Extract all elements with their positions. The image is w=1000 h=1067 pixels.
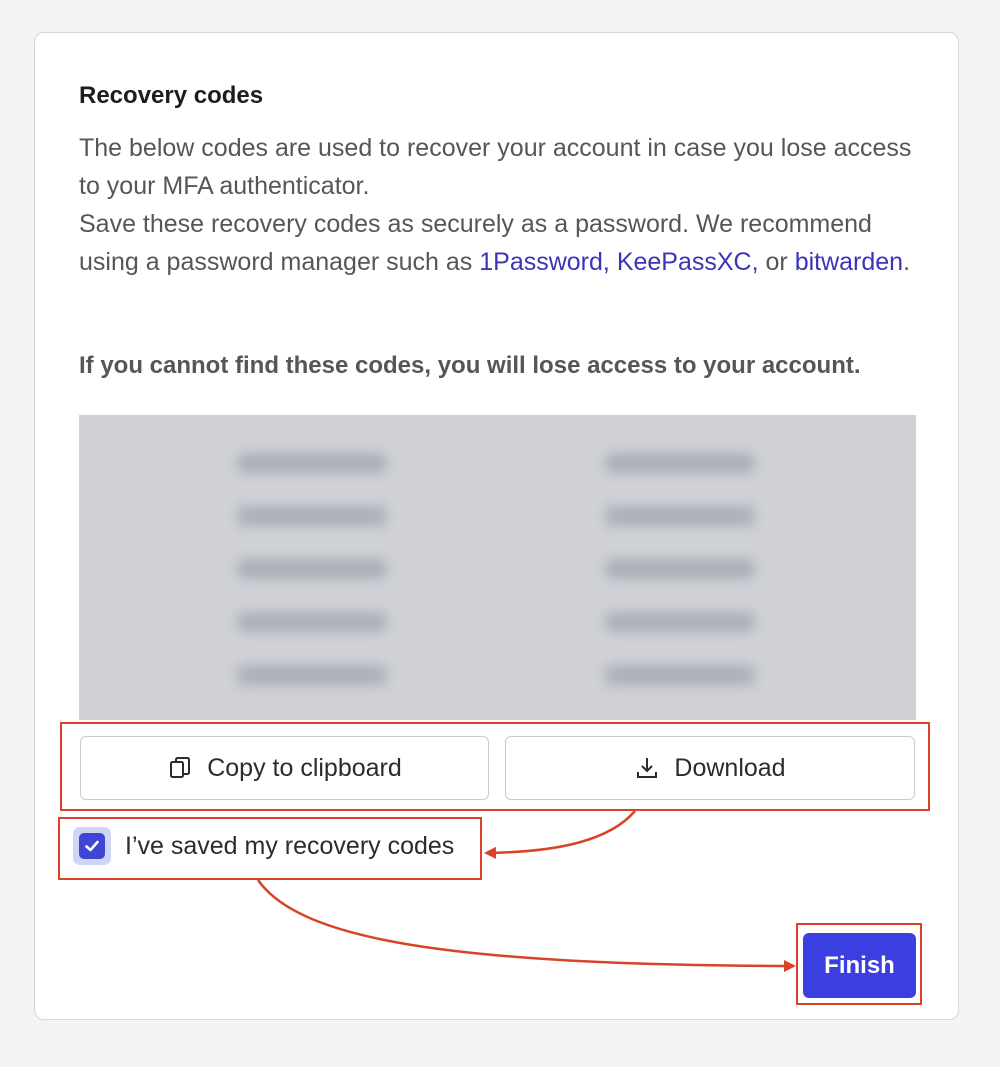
saved-codes-label: I’ve saved my recovery codes [125,831,455,860]
recovery-code-blurred [605,506,755,526]
download-button[interactable]: Download [505,736,915,800]
description-end: . [903,248,911,276]
download-icon [634,755,660,781]
dialog-description: The below codes are used to recover your… [79,129,929,281]
finish-button[interactable]: Finish [803,933,916,998]
link-1password[interactable]: 1Password, [479,248,610,276]
copy-button-label: Copy to clipboard [207,753,402,782]
saved-codes-checkbox[interactable] [73,827,111,865]
recovery-code-blurred [605,665,755,685]
recovery-code-blurred [237,665,387,685]
checkmark-icon [79,833,105,859]
description-or: or [758,248,795,276]
recovery-code-blurred [605,559,755,579]
recovery-code-blurred [605,612,755,632]
warning-text: If you cannot find these codes, you will… [79,352,861,379]
description-line-2: Save these recovery codes as securely as… [79,205,929,281]
recovery-code-blurred [237,506,387,526]
link-bitwarden[interactable]: bitwarden [795,248,903,276]
clipboard-icon [167,755,193,781]
saved-codes-checkbox-row[interactable]: I’ve saved my recovery codes [73,827,454,865]
recovery-code-blurred [237,453,387,473]
copy-to-clipboard-button[interactable]: Copy to clipboard [80,736,489,800]
description-line-1: The below codes are used to recover your… [79,134,912,200]
dialog-title: Recovery codes [79,82,264,109]
recovery-codes-panel [79,415,916,720]
recovery-code-blurred [237,559,387,579]
download-button-label: Download [674,753,786,782]
recovery-code-blurred [605,453,755,473]
link-keepassxc[interactable]: KeePassXC, [617,248,759,276]
recovery-code-blurred [237,612,387,632]
